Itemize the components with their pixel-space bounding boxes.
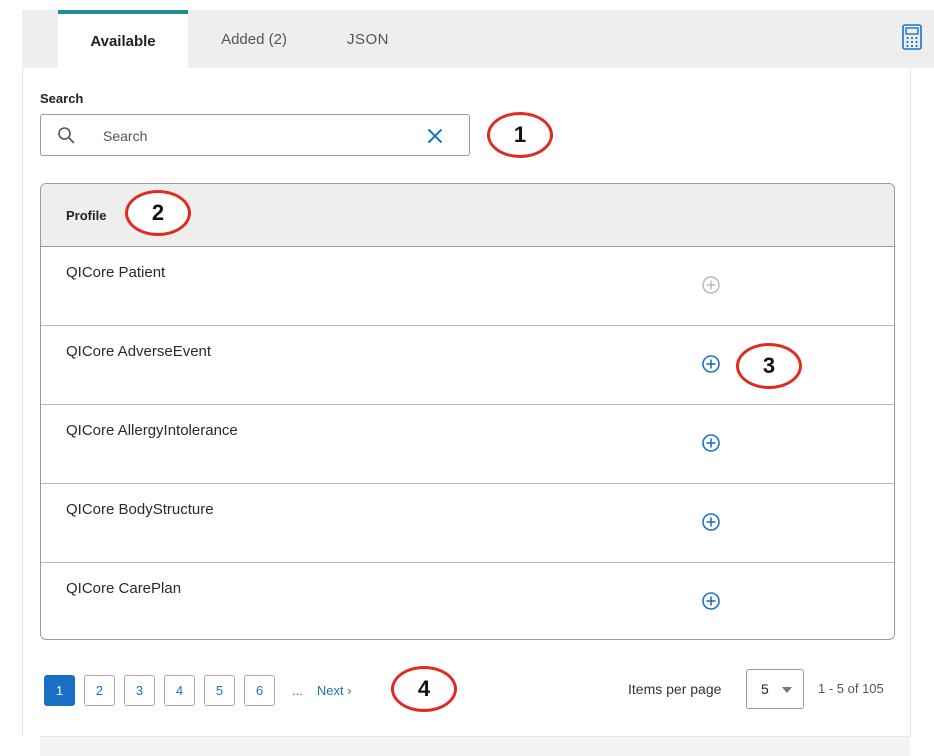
pagination-range: 1 - 5 of 105 xyxy=(818,681,884,696)
table-row: QICore BodyStructure xyxy=(41,484,894,563)
search-input[interactable] xyxy=(103,123,423,149)
pagination-ellipsis: ... xyxy=(292,682,303,698)
profile-table: Profile QICore Patient QICore AdverseEve… xyxy=(40,183,895,640)
page-button-2[interactable]: 2 xyxy=(84,674,115,706)
table-row: QICore CarePlan xyxy=(41,563,894,639)
panel-border-left xyxy=(22,68,23,736)
search-label: Search xyxy=(40,91,84,106)
close-icon[interactable] xyxy=(427,128,443,144)
calculator-icon[interactable] xyxy=(902,24,922,50)
page-button-6[interactable]: 6 xyxy=(244,674,275,706)
page-button-1[interactable]: 1 xyxy=(44,674,75,706)
add-circle-icon xyxy=(702,276,720,294)
table-row: QICore AllergyIntolerance xyxy=(41,405,894,484)
tab-available[interactable]: Available xyxy=(58,10,188,68)
callout-marker: 2 xyxy=(125,190,191,236)
items-per-page-value: 5 xyxy=(761,681,769,697)
page-button-3[interactable]: 3 xyxy=(124,674,155,706)
add-circle-icon[interactable] xyxy=(701,591,721,611)
row-name: QICore BodyStructure xyxy=(66,501,214,518)
table-row: QICore Patient xyxy=(41,247,894,326)
tab-added[interactable]: Added (2) xyxy=(198,10,310,68)
callout-marker: 1 xyxy=(487,112,553,158)
search-field[interactable] xyxy=(40,114,470,156)
add-circle-icon[interactable] xyxy=(701,433,721,453)
row-name: QICore Patient xyxy=(66,264,166,281)
add-circle-icon[interactable] xyxy=(701,354,721,374)
tab-json[interactable]: JSON xyxy=(318,10,418,68)
next-page-link[interactable]: Next › xyxy=(317,683,352,698)
panel-border-right xyxy=(910,68,911,736)
chevron-down-icon xyxy=(782,687,792,693)
pagination: 1 2 3 4 5 6 ... Next › xyxy=(44,674,352,706)
page-button-4[interactable]: 4 xyxy=(164,674,195,706)
row-name: QICore AllergyIntolerance xyxy=(66,422,238,439)
callout-marker: 4 xyxy=(391,666,457,712)
add-circle-icon[interactable] xyxy=(701,512,721,532)
search-icon xyxy=(58,127,75,144)
items-per-page-label: Items per page xyxy=(628,681,722,697)
items-per-page-select[interactable]: 5 xyxy=(746,669,804,709)
callout-marker: 3 xyxy=(736,343,802,389)
page-button-5[interactable]: 5 xyxy=(204,674,235,706)
row-name: QICore AdverseEvent xyxy=(66,343,212,360)
row-name: QICore CarePlan xyxy=(66,580,182,597)
tab-bar: Available Added (2) JSON xyxy=(22,10,934,68)
panel-footer xyxy=(40,736,910,756)
